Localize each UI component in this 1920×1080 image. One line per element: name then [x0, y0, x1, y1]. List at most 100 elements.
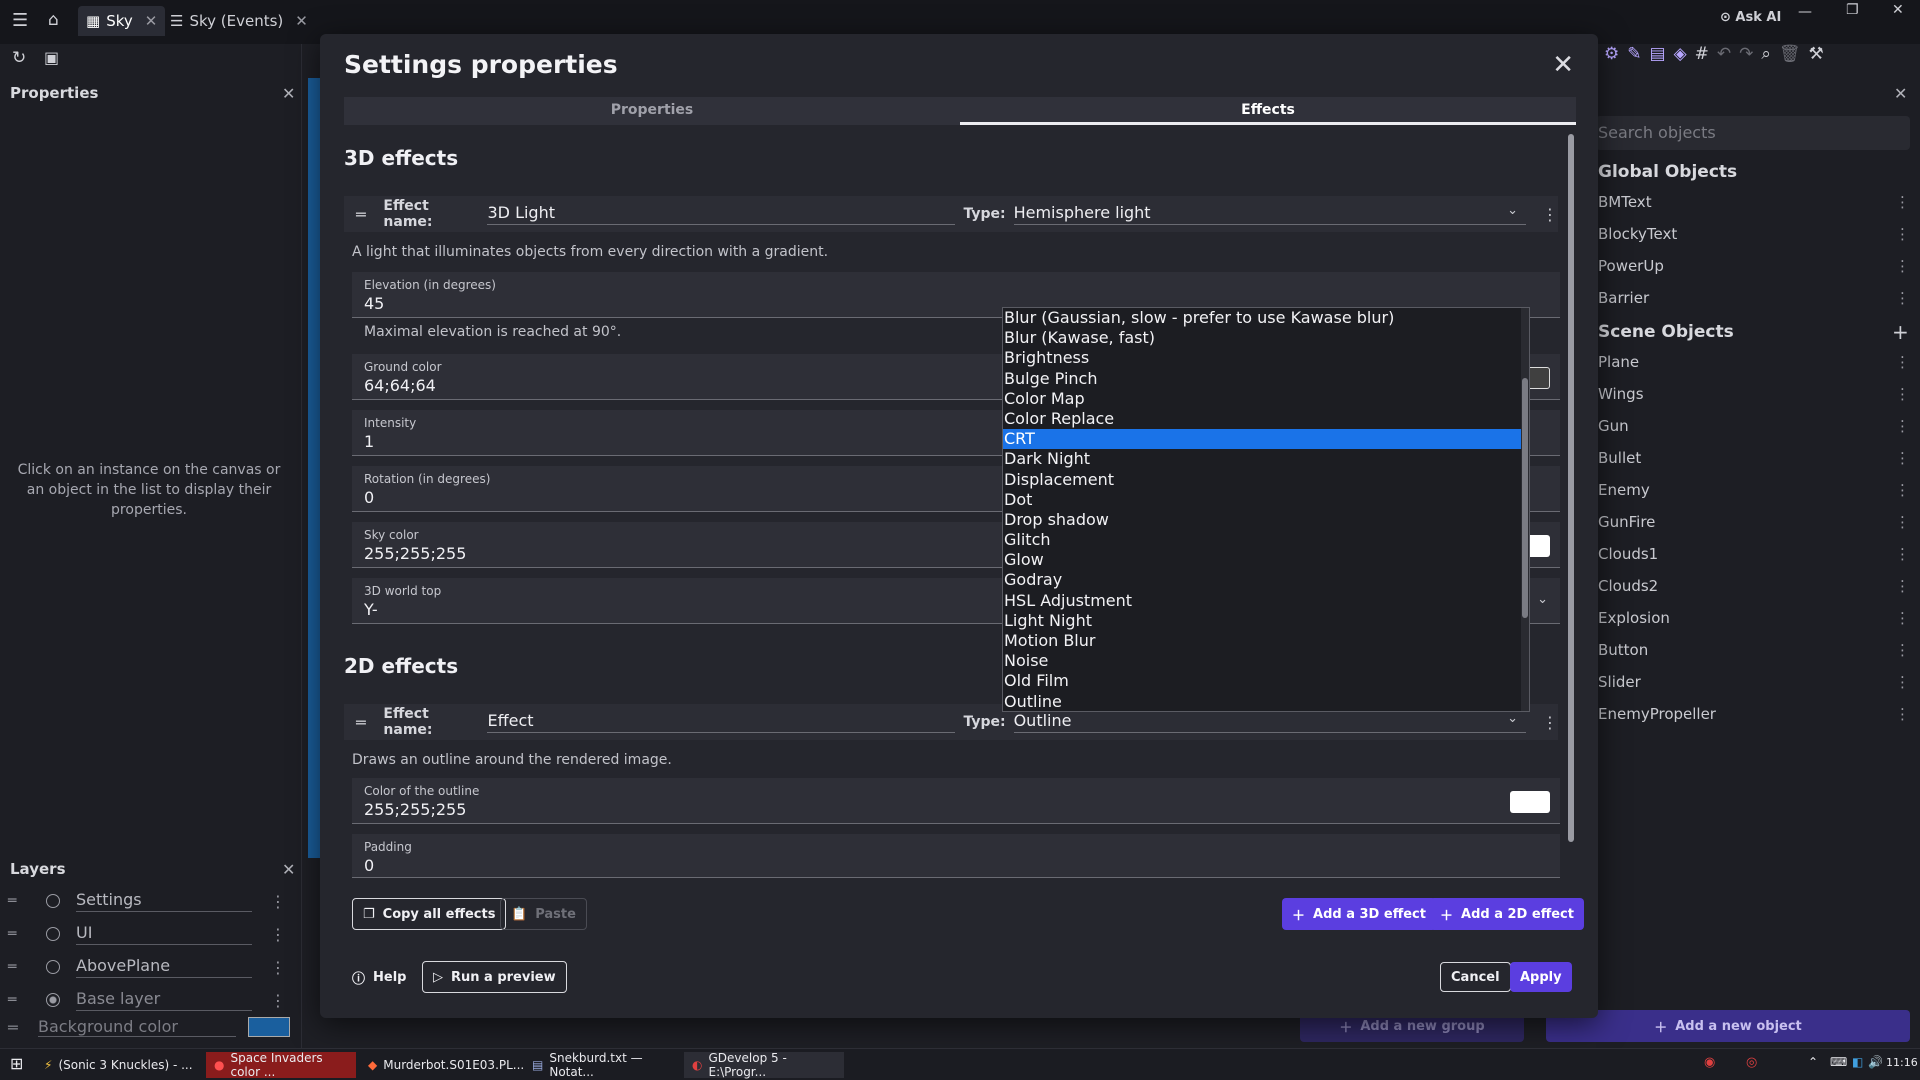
dropdown-option[interactable]: Noise [1003, 651, 1529, 671]
more-icon[interactable]: ⋮ [1895, 225, 1910, 243]
more-icon[interactable]: ⋮ [270, 892, 286, 911]
more-icon[interactable]: ⋮ [1542, 205, 1558, 224]
dropdown-option[interactable]: Blur (Gaussian, slow - prefer to use Kaw… [1003, 308, 1529, 328]
list-item[interactable]: Barrier ⋮ [1596, 282, 1920, 314]
effect-type-dropdown[interactable]: Blur (Gaussian, slow - prefer to use Kaw… [1002, 307, 1530, 712]
effect-name-input[interactable]: Effect [487, 711, 956, 733]
copy-all-effects-button[interactable]: ❐ Copy all effects [352, 898, 507, 930]
grid-icon[interactable]: # [1695, 44, 1709, 70]
more-icon[interactable]: ⋮ [1542, 713, 1558, 732]
dropdown-option[interactable]: Outline [1003, 692, 1529, 711]
close-icon[interactable]: ✕ [145, 12, 158, 30]
save-icon[interactable]: ▣ [44, 48, 59, 67]
more-icon[interactable]: ⋮ [270, 958, 286, 977]
list-item[interactable]: GunFire ⋮ [1596, 506, 1920, 538]
effect-type-select[interactable]: Outline ⌄ [1013, 711, 1526, 733]
tab-sky[interactable]: ▦ Sky ✕ [78, 6, 166, 36]
taskbar-item[interactable]: ⚡ (Sonic 3 Knuckles) - ... [36, 1052, 202, 1078]
chevron-up-icon[interactable]: ⌃ [1808, 1055, 1818, 1069]
list-item[interactable]: Button ⋮ [1596, 634, 1920, 666]
effect-name-input[interactable]: 3D Light [487, 203, 956, 225]
layer-name[interactable]: UI [76, 923, 252, 945]
edit-icon[interactable]: ✎ [1627, 44, 1641, 70]
tab-effects[interactable]: Effects [960, 97, 1576, 125]
tray-icon[interactable]: ◧ [1852, 1055, 1863, 1069]
dropdown-option[interactable]: Color Replace [1003, 409, 1529, 429]
more-icon[interactable]: ⋮ [270, 991, 286, 1010]
zoom-icon[interactable]: ⌕ [1761, 44, 1771, 70]
more-icon[interactable]: ⋮ [1895, 257, 1910, 275]
layer-name[interactable]: AbovePlane [76, 956, 252, 978]
tab-properties[interactable]: Properties [344, 97, 960, 125]
apply-button[interactable]: Apply [1510, 962, 1572, 992]
outline-color-field[interactable]: Color of the outline 255;255;255 [352, 778, 1560, 824]
list-item[interactable]: BMText ⋮ [1596, 186, 1920, 218]
tray-app-icon[interactable]: ◉ [1704, 1055, 1715, 1070]
more-icon[interactable]: ⋮ [1895, 577, 1910, 595]
visibility-radio[interactable] [46, 993, 60, 1007]
more-icon[interactable]: ⋮ [1895, 545, 1910, 563]
network-icon[interactable]: ⌨ [1830, 1055, 1847, 1069]
volume-icon[interactable]: 🔊 [1868, 1055, 1883, 1069]
dropdown-option-selected[interactable]: CRT [1003, 429, 1529, 450]
add-icon[interactable]: + [1892, 320, 1909, 344]
add-3d-effect-button[interactable]: ＋ Add a 3D effect [1282, 898, 1436, 930]
drag-handle-icon[interactable]: ═ [8, 959, 26, 975]
delete-icon[interactable]: 🗑 [1779, 44, 1801, 70]
visibility-radio[interactable] [46, 894, 60, 908]
close-icon[interactable]: ✕ [1894, 84, 1907, 103]
dropdown-option[interactable]: Glow [1003, 550, 1529, 570]
dropdown-scrollbar[interactable] [1521, 308, 1529, 711]
more-icon[interactable]: ⋮ [1895, 705, 1910, 723]
scroll-thumb[interactable] [1522, 378, 1528, 618]
drag-handle-icon[interactable]: ═ [356, 713, 373, 732]
undo-icon[interactable]: ↶ [1717, 44, 1731, 70]
layer-name[interactable]: Base layer [76, 989, 252, 1011]
run-preview-button[interactable]: ▷ Run a preview [422, 961, 567, 993]
list-item[interactable]: Enemy ⋮ [1596, 474, 1920, 506]
properties-icon[interactable]: ▤ [1650, 44, 1666, 70]
dropdown-option[interactable]: Old Film [1003, 671, 1529, 691]
more-icon[interactable]: ⋮ [1895, 641, 1910, 659]
more-icon[interactable]: ⋮ [1895, 513, 1910, 531]
list-item[interactable]: Bullet ⋮ [1596, 442, 1920, 474]
layer-row-ui[interactable]: ═ UI ⋮ [8, 919, 288, 949]
windows-start-icon[interactable]: ⊞ [10, 1054, 23, 1073]
more-icon[interactable]: ⋮ [1895, 353, 1910, 371]
visibility-radio[interactable] [46, 927, 60, 941]
dropdown-option[interactable]: Godray [1003, 570, 1529, 590]
effect-type-select[interactable]: Hemisphere light ⌄ [1013, 203, 1526, 225]
list-item[interactable]: PowerUp ⋮ [1596, 250, 1920, 282]
list-item[interactable]: Clouds1 ⋮ [1596, 538, 1920, 570]
list-item[interactable]: EnemyPropeller ⋮ [1596, 698, 1920, 730]
dropdown-option[interactable]: Glitch [1003, 530, 1529, 550]
taskbar-item[interactable]: ▤ Snekburd.txt — Notat... [524, 1051, 680, 1079]
minimize-icon[interactable]: — [1798, 4, 1812, 20]
list-item[interactable]: Clouds2 ⋮ [1596, 570, 1920, 602]
tray-app-icon[interactable]: ◎ [1746, 1055, 1757, 1070]
dropdown-option[interactable]: Drop shadow [1003, 510, 1529, 530]
more-icon[interactable]: ⋮ [1895, 449, 1910, 467]
tab-sky-events[interactable]: ☰ Sky (Events) ✕ [162, 6, 316, 36]
more-icon[interactable]: ⋮ [1895, 289, 1910, 307]
layer-row-aboveplane[interactable]: ═ AbovePlane ⋮ [8, 952, 288, 982]
more-icon[interactable]: ⋮ [270, 925, 286, 944]
layer-name[interactable]: Settings [76, 890, 252, 912]
add-2d-effect-button[interactable]: ＋ Add a 2D effect [1430, 898, 1584, 930]
dropdown-option[interactable]: Displacement [1003, 470, 1529, 490]
more-icon[interactable]: ⋮ [1895, 609, 1910, 627]
clock[interactable]: 11:16 [1886, 1056, 1918, 1069]
list-item[interactable]: Explosion ⋮ [1596, 602, 1920, 634]
taskbar-item[interactable]: ◐ GDevelop 5 - E:\Progr... [684, 1051, 844, 1079]
layers-icon[interactable]: ◈ [1674, 44, 1687, 70]
search-input[interactable]: Search objects [1596, 116, 1910, 150]
ask-ai-button[interactable]: ⊙ Ask AI [1720, 10, 1781, 25]
drag-handle-icon[interactable]: ═ [8, 926, 26, 942]
settings-edit-icon[interactable]: ⚒ [1809, 44, 1824, 70]
restore-icon[interactable]: ❐ [1846, 2, 1859, 18]
more-icon[interactable]: ⋮ [1895, 193, 1910, 211]
dropdown-option[interactable]: Dot [1003, 490, 1529, 510]
list-item[interactable]: Wings ⋮ [1596, 378, 1920, 410]
dropdown-option[interactable]: Dark Night [1003, 449, 1529, 469]
history-icon[interactable]: ↻ [12, 48, 26, 68]
